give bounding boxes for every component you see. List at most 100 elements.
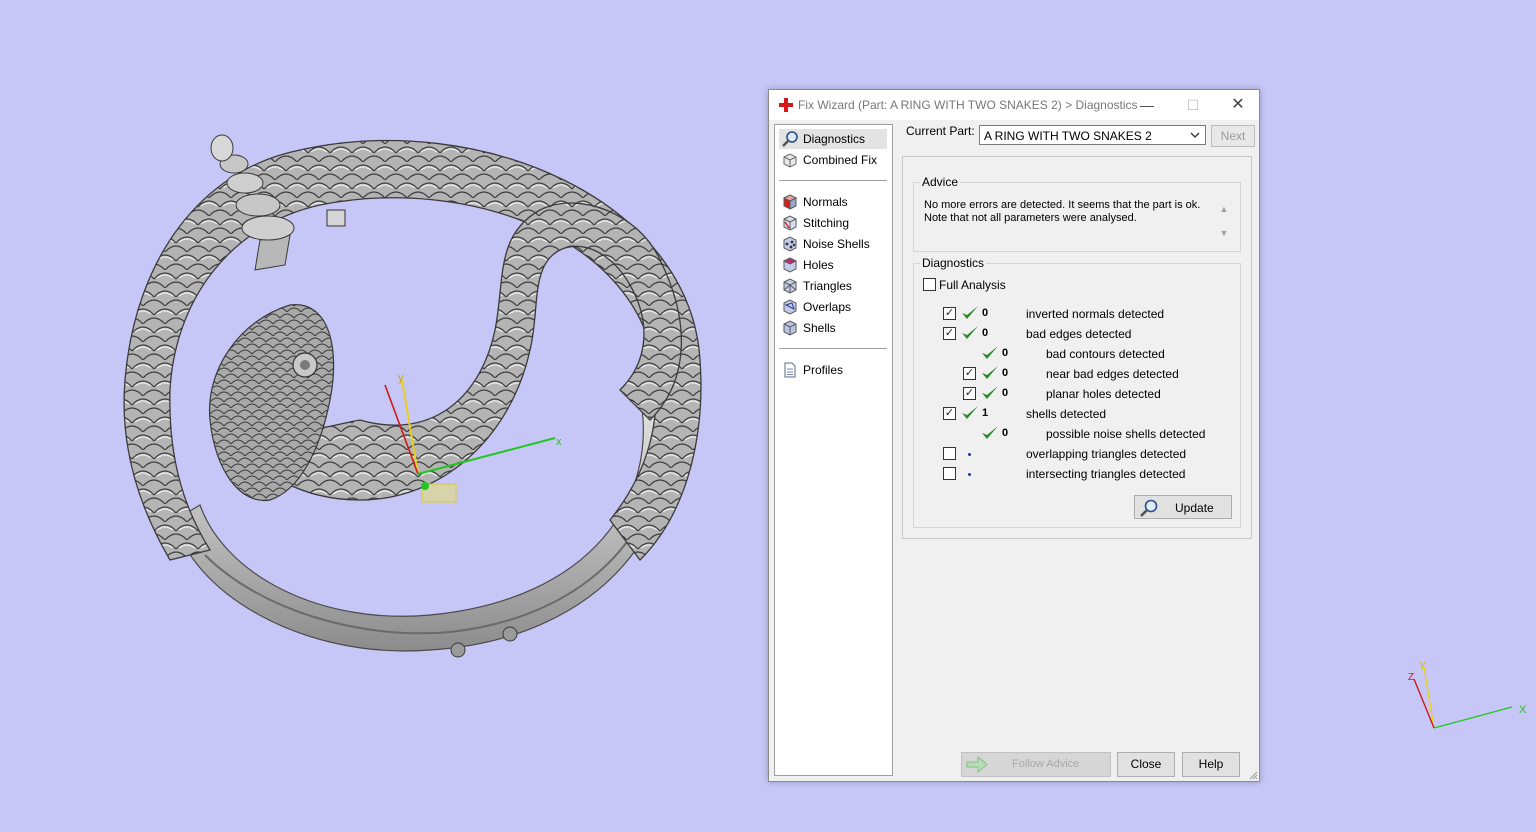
nav-separator (779, 180, 887, 181)
minimize-button[interactable]: — (1124, 90, 1170, 120)
diagnostic-checkbox[interactable]: ✓ (963, 387, 976, 400)
diagnostic-checkbox[interactable]: ✓ (963, 367, 976, 380)
magnifier-icon (1140, 499, 1158, 517)
diagnostic-count: 0 (1002, 427, 1009, 439)
diagnostic-checkbox[interactable]: ✓ (943, 327, 956, 340)
green-check-icon (962, 306, 978, 319)
diagnostic-label: inverted normals detected (1026, 307, 1165, 321)
green-check-icon (982, 386, 998, 399)
diagnostic-row: overlapping triangles detected (914, 444, 1240, 464)
diagnostic-row: ✓ 0 inverted normals detected (914, 304, 1240, 324)
pending-dot-icon (968, 453, 971, 456)
diagnostic-label: near bad edges detected (1046, 367, 1179, 381)
diagnostic-checkbox[interactable] (943, 447, 956, 460)
advice-scrollbar[interactable]: ▲ ▼ (1217, 197, 1231, 245)
full-analysis-label: Full Analysis (939, 278, 1006, 292)
diagnostic-row: ✓ 0 bad edges detected (914, 324, 1240, 344)
wizard-nav-panel: Diagnostics Combined Fix Normals Stitchi… (774, 124, 893, 776)
help-button[interactable]: Help (1182, 752, 1240, 777)
dialog-titlebar[interactable]: Fix Wizard (Part: A RING WITH TWO SNAKES… (769, 90, 1259, 120)
advice-line-1: No more errors are detected. It seems th… (924, 199, 1201, 211)
diagnostics-page: Advice No more errors are detected. It s… (902, 156, 1252, 539)
noise-shells-icon (783, 236, 797, 252)
diagnostic-row: ✓ 1 shells detected (914, 404, 1240, 424)
magnifier-icon (782, 131, 798, 147)
current-part-label: Current Part: (906, 124, 975, 138)
advice-text: No more errors are detected. It seems th… (924, 199, 1209, 225)
diagnostic-label: bad edges detected (1026, 327, 1132, 341)
nav-item-combined-fix[interactable]: Combined Fix (779, 150, 887, 170)
green-check-icon (982, 426, 998, 439)
shells-cube-icon (783, 320, 797, 336)
diagnostic-row: intersecting triangles detected (914, 464, 1240, 484)
diagnostic-row: 0 possible noise shells detected (914, 424, 1240, 444)
diagnostic-count: 0 (1002, 347, 1009, 359)
close-window-button[interactable]: ✕ (1215, 90, 1261, 120)
green-check-icon (982, 366, 998, 379)
diagnostic-row: ✓ 0 near bad edges detected (914, 364, 1240, 384)
gizmo-x-label: x (556, 436, 562, 448)
follow-advice-button[interactable]: Follow Advice (961, 752, 1111, 777)
nav-item-profiles[interactable]: Profiles (779, 360, 887, 380)
diagnostic-row: ✓ 0 planar holes detected (914, 384, 1240, 404)
scroll-down-icon[interactable]: ▼ (1217, 221, 1231, 245)
chevron-down-icon (1190, 132, 1200, 138)
nav-item-normals[interactable]: Normals (779, 192, 887, 212)
diagnostic-count: 0 (1002, 387, 1009, 399)
diagnostics-title: Diagnostics (920, 256, 987, 270)
pending-dot-icon (968, 473, 971, 476)
update-button-label: Update (1175, 501, 1214, 515)
update-button[interactable]: Update (1134, 495, 1232, 519)
nav-item-stitching[interactable]: Stitching (779, 213, 887, 233)
full-analysis-checkbox[interactable] (923, 278, 936, 291)
3d-viewport[interactable]: x y (0, 0, 760, 832)
nav-item-noise-shells[interactable]: Noise Shells (779, 234, 887, 254)
maximize-button[interactable]: ☐ (1170, 90, 1216, 120)
scroll-up-icon[interactable]: ▲ (1217, 197, 1231, 221)
diagnostic-checkbox[interactable] (943, 467, 956, 480)
nav-item-overlaps[interactable]: Overlaps (779, 297, 887, 317)
advice-line-2: Note that not all parameters were analys… (924, 212, 1137, 224)
resize-grip-icon[interactable] (1248, 770, 1258, 780)
diagnostic-count: 1 (982, 407, 989, 419)
diagnostic-count: 0 (982, 307, 989, 319)
next-button[interactable]: Next (1211, 125, 1255, 147)
nav-item-diagnostics[interactable]: Diagnostics (779, 129, 887, 149)
diagnostic-label: shells detected (1026, 407, 1107, 421)
nav-item-holes[interactable]: Holes (779, 255, 887, 275)
diagnostic-count: 0 (982, 327, 989, 339)
stitching-cube-icon (783, 215, 797, 231)
diagnostic-label: possible noise shells detected (1046, 427, 1206, 441)
triad-y-label: Y (1419, 661, 1426, 672)
arrow-right-icon (966, 756, 988, 773)
dialog-title: Fix Wizard (Part: A RING WITH TWO SNAKES… (798, 98, 1138, 112)
gizmo-y-label: y (398, 372, 404, 384)
diagnostic-checkbox[interactable]: ✓ (943, 407, 956, 420)
diagnostic-count: 0 (1002, 367, 1009, 379)
diagnostics-group: Diagnostics Full Analysis ✓ 0 inverted nor… (913, 256, 1241, 528)
ring-model[interactable] (123, 134, 702, 658)
nav-separator (779, 348, 887, 349)
orientation-triad: X Y Z (1408, 661, 1527, 729)
document-icon (784, 362, 796, 378)
green-check-icon (982, 346, 998, 359)
follow-advice-label: Follow Advice (1012, 758, 1080, 770)
holes-cube-icon (782, 257, 798, 273)
advice-group: Advice No more errors are detected. It s… (913, 175, 1241, 252)
diagnostic-checkbox[interactable]: ✓ (943, 307, 956, 320)
diagnostic-label: bad contours detected (1046, 347, 1165, 361)
current-part-select[interactable]: A RING WITH TWO SNAKES 2 (979, 125, 1206, 145)
green-check-icon (962, 326, 978, 339)
triad-z-label: Z (1408, 672, 1414, 683)
overlaps-cube-icon (783, 299, 797, 315)
normals-cube-icon (782, 194, 798, 210)
nav-item-shells[interactable]: Shells (779, 318, 887, 338)
fix-wizard-dialog: Fix Wizard (Part: A RING WITH TWO SNAKES… (768, 89, 1260, 782)
current-part-value: A RING WITH TWO SNAKES 2 (984, 129, 1152, 143)
nav-item-triangles[interactable]: Triangles (779, 276, 887, 296)
close-button[interactable]: Close (1117, 752, 1175, 777)
advice-title: Advice (920, 175, 961, 189)
diagnostic-label: planar holes detected (1046, 387, 1161, 401)
cube-stack-icon (783, 153, 797, 168)
triangles-cube-icon (783, 278, 797, 294)
